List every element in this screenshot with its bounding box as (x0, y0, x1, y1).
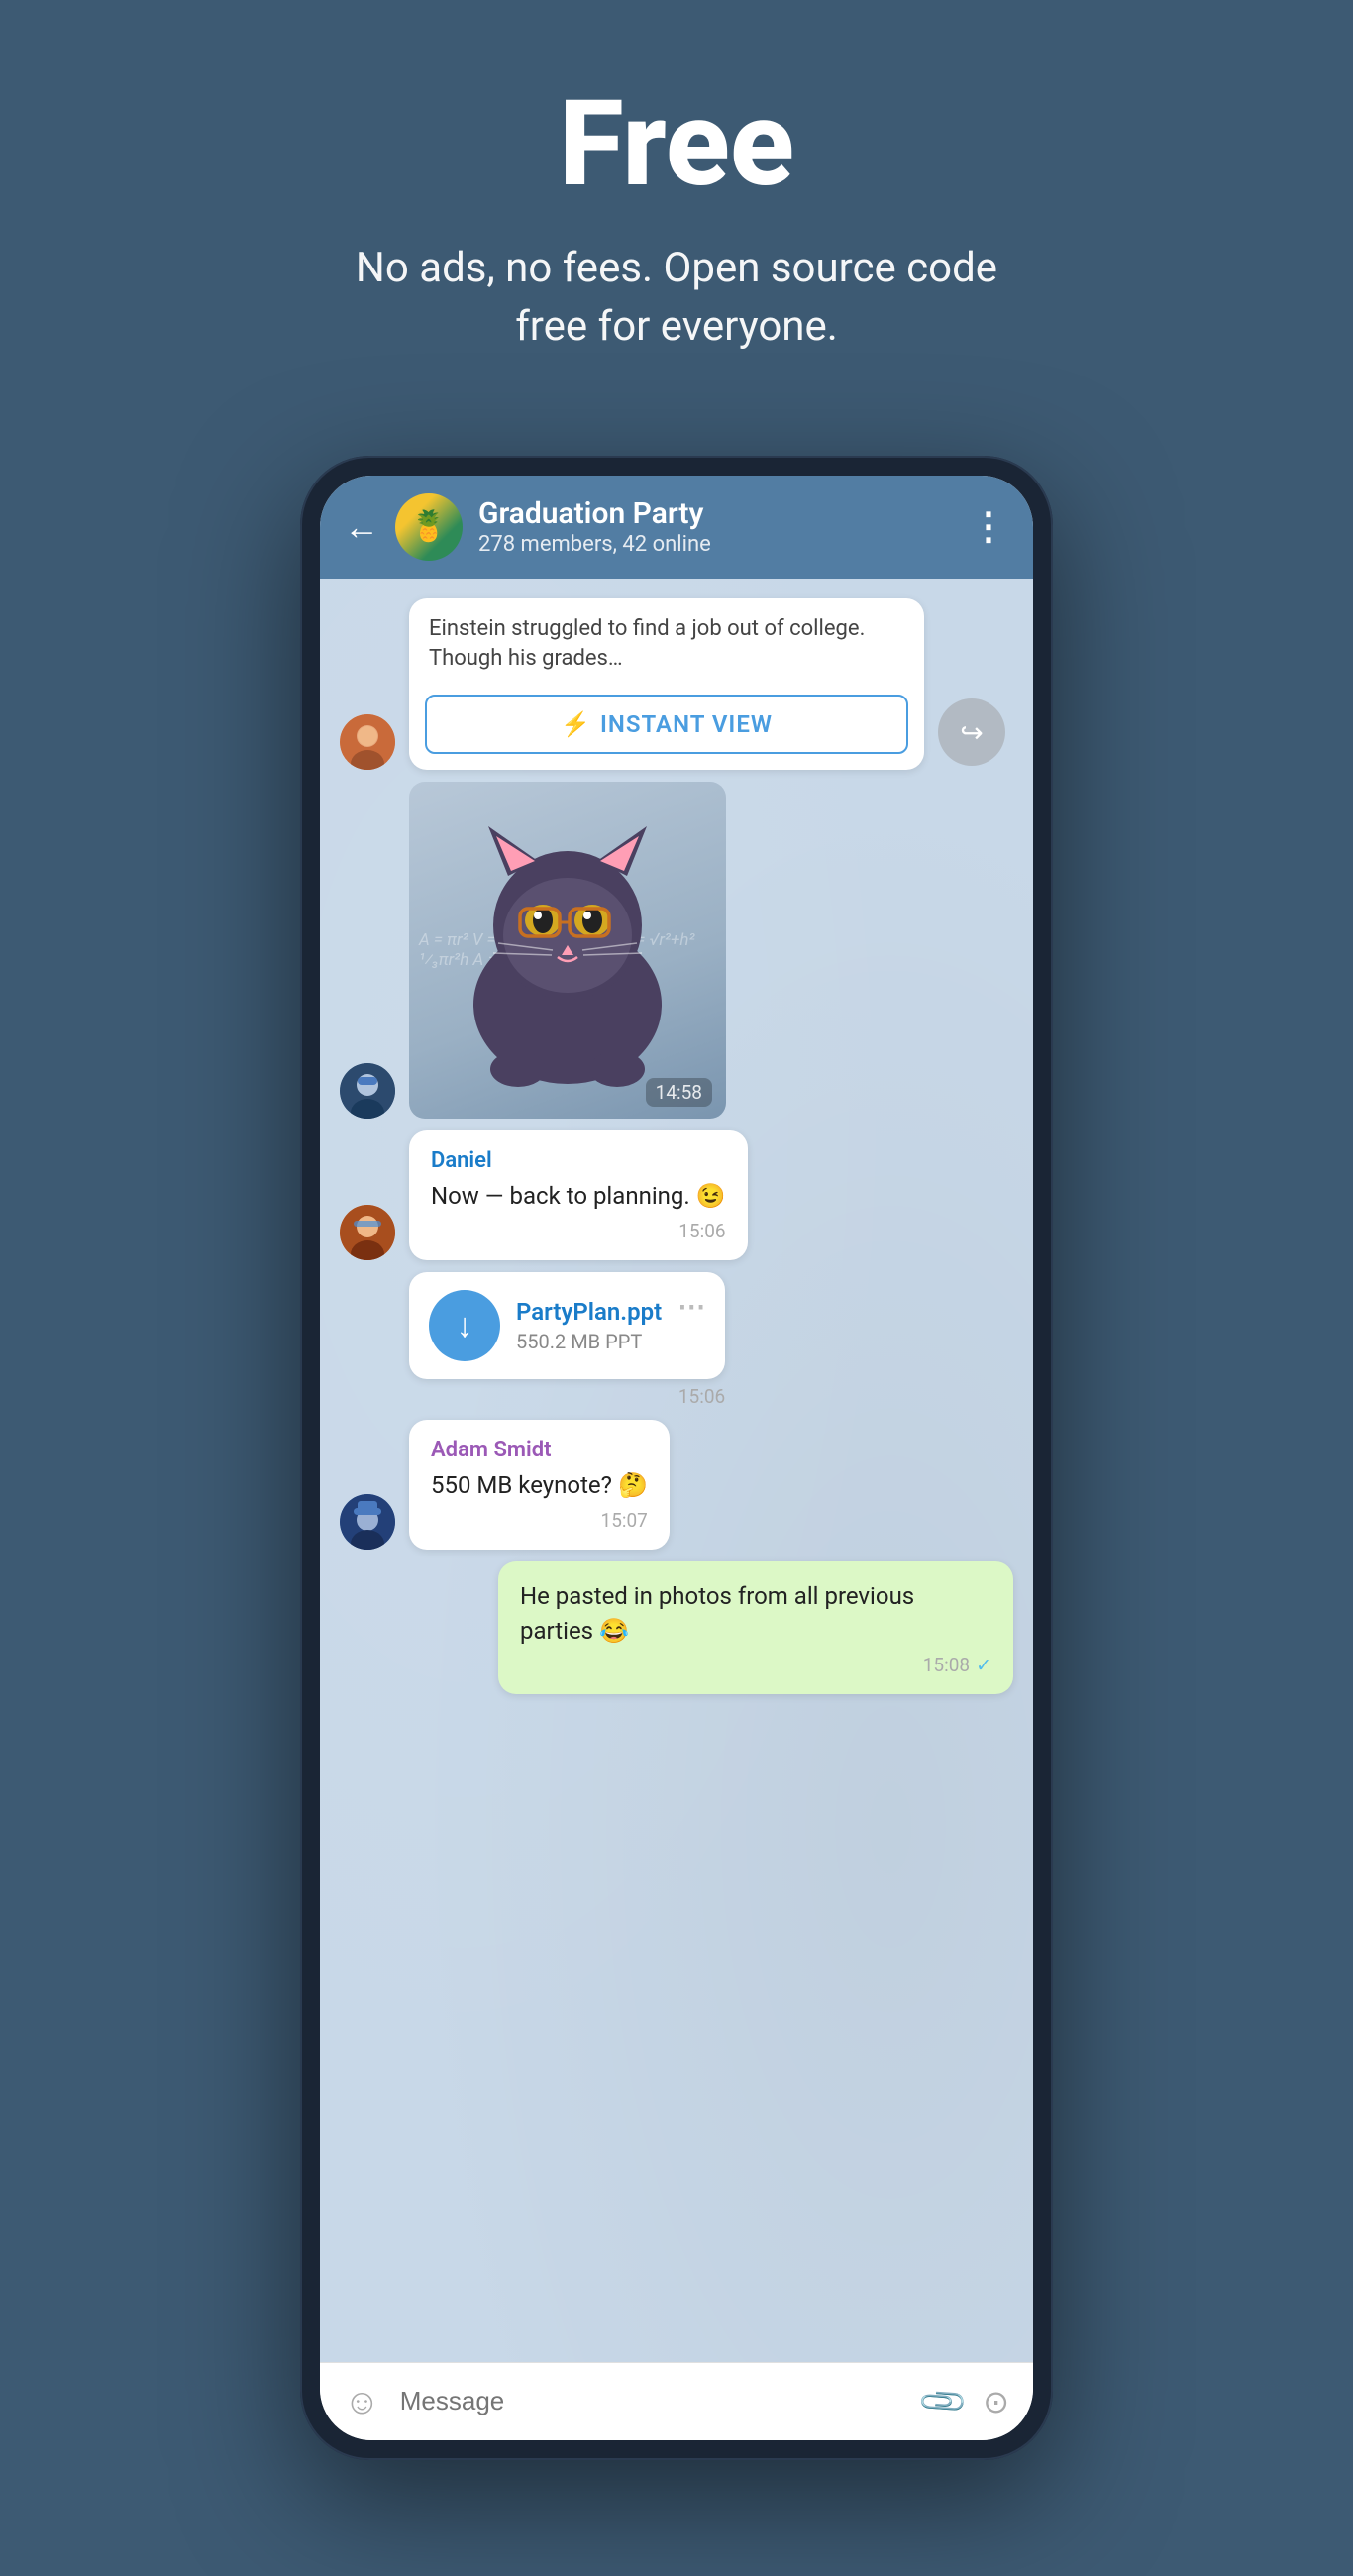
iv-message-group: Einstein struggled to find a job out of … (409, 598, 1005, 771)
sender-name: Daniel (431, 1148, 726, 1173)
file-options-button[interactable]: ⋯ (677, 1290, 705, 1323)
message-text: Now — back to planning. 😉 (431, 1179, 726, 1214)
hero-section: Free No ads, no fees. Open source code f… (0, 0, 1353, 416)
file-message-wrapper: ↓ PartyPlan.ppt 550.2 MB PPT ⋯ 15:06 (409, 1272, 725, 1408)
avatar (340, 714, 395, 770)
outgoing-message: He pasted in photos from all previous pa… (498, 1561, 1013, 1695)
share-icon: ↪ (960, 716, 983, 749)
message-time: 15:06 (431, 1220, 726, 1242)
phone-inner: ← 🍍 Graduation Party 278 members, 42 onl… (320, 476, 1033, 2440)
file-info: PartyPlan.ppt 550.2 MB PPT (516, 1298, 662, 1353)
sender-name: Adam Smidt (431, 1438, 648, 1462)
camera-button[interactable]: ⊙ (983, 2383, 1009, 2420)
iv-preview-text: Einstein struggled to find a job out of … (409, 598, 924, 686)
daniel-message: Daniel Now — back to planning. 😉 15:06 (409, 1130, 748, 1260)
file-bubble: ↓ PartyPlan.ppt 550.2 MB PPT ⋯ (409, 1272, 725, 1379)
adam-message: Adam Smidt 550 MB keynote? 🤔 15:07 (409, 1420, 670, 1550)
table-row: A = πr² V = l² P = 2πr A = πr² s = √r²+h… (340, 782, 1013, 1119)
header-info: Graduation Party 278 members, 42 online (478, 496, 954, 557)
table-row: Einstein struggled to find a job out of … (340, 598, 1013, 771)
table-row: Adam Smidt 550 MB keynote? 🤔 15:07 (340, 1420, 1013, 1550)
avatar (340, 1063, 395, 1119)
avatar (340, 1205, 395, 1260)
download-icon: ↓ (457, 1306, 473, 1345)
message-text: He pasted in photos from all previous pa… (520, 1579, 991, 1649)
message-time: 15:07 (431, 1509, 648, 1532)
message-input-bar: ☺ 📎 ⊙ (320, 2362, 1033, 2440)
message-text: 550 MB keynote? 🤔 (431, 1468, 648, 1503)
group-avatar: 🍍 (395, 493, 463, 561)
iv-btn-label: INSTANT VIEW (600, 710, 773, 738)
attach-button[interactable]: 📎 (916, 2374, 971, 2428)
table-row: ↓ PartyPlan.ppt 550.2 MB PPT ⋯ 15:06 (340, 1272, 1013, 1408)
phone-wrapper: ← 🍍 Graduation Party 278 members, 42 onl… (300, 456, 1053, 2460)
file-time: 15:06 (409, 1385, 725, 1408)
instant-view-card: Einstein struggled to find a job out of … (409, 598, 924, 771)
chat-header: ← 🍍 Graduation Party 278 members, 42 onl… (320, 476, 1033, 579)
table-row: Daniel Now — back to planning. 😉 15:06 (340, 1130, 1013, 1260)
lightning-icon: ⚡ (561, 710, 590, 738)
phone-outer: ← 🍍 Graduation Party 278 members, 42 onl… (300, 456, 1053, 2460)
emoji-button[interactable]: ☺ (344, 2381, 380, 2422)
avatar (340, 1494, 395, 1550)
chat-area: Einstein struggled to find a job out of … (320, 579, 1033, 2362)
cat-sticker (439, 806, 696, 1094)
member-count: 278 members, 42 online (478, 532, 954, 557)
instant-view-button[interactable]: ⚡ INSTANT VIEW (425, 695, 908, 754)
file-size: 550.2 MB PPT (516, 1330, 662, 1353)
group-name: Graduation Party (478, 496, 954, 532)
iv-row: Einstein struggled to find a job out of … (409, 598, 1005, 771)
message-input[interactable] (400, 2386, 904, 2416)
table-row: He pasted in photos from all previous pa… (340, 1561, 1013, 1695)
download-button[interactable]: ↓ (429, 1290, 500, 1361)
menu-button[interactable]: ⋮ (970, 504, 1009, 549)
sticker-message: A = πr² V = l² P = 2πr A = πr² s = √r²+h… (409, 782, 726, 1119)
file-name: PartyPlan.ppt (516, 1298, 662, 1326)
message-time: 15:08 ✓ (520, 1654, 991, 1676)
read-check-icon: ✓ (976, 1654, 991, 1676)
back-button[interactable]: ← (344, 506, 379, 548)
hero-title: Free (559, 79, 794, 210)
share-button[interactable]: ↪ (938, 698, 1005, 766)
hero-subtitle: No ads, no fees. Open source code free f… (320, 240, 1033, 357)
